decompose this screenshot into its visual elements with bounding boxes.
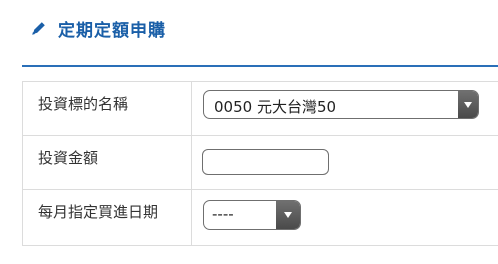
divider bbox=[22, 65, 498, 67]
date-label: 每月指定買進日期 bbox=[23, 190, 192, 245]
fund-label: 投資標的名稱 bbox=[23, 82, 192, 135]
form-row-fund: 投資標的名稱 0050 元大台灣50 bbox=[23, 82, 498, 136]
date-select-value: ---- bbox=[212, 205, 234, 223]
pencil-icon bbox=[32, 22, 45, 35]
date-select-dropdown-button[interactable] bbox=[276, 201, 300, 229]
form-row-date: 每月指定買進日期 ---- bbox=[23, 190, 498, 246]
subscription-form: 投資標的名稱 0050 元大台灣50 投資金額 每月指定買進日期 ---- bbox=[22, 81, 498, 246]
amount-label: 投資金額 bbox=[23, 136, 192, 189]
date-select[interactable]: ---- bbox=[203, 200, 301, 230]
fund-select[interactable]: 0050 元大台灣50 bbox=[203, 90, 479, 119]
chevron-down-icon bbox=[464, 101, 472, 108]
amount-input[interactable] bbox=[202, 149, 329, 175]
fund-select-dropdown-button[interactable] bbox=[458, 91, 478, 118]
form-row-amount: 投資金額 bbox=[23, 136, 498, 190]
section-title: 定期定額申購 bbox=[58, 20, 166, 41]
section-header: 定期定額申購 bbox=[30, 16, 166, 41]
fund-select-value: 0050 元大台灣50 bbox=[214, 98, 337, 116]
chevron-down-icon bbox=[284, 212, 292, 218]
